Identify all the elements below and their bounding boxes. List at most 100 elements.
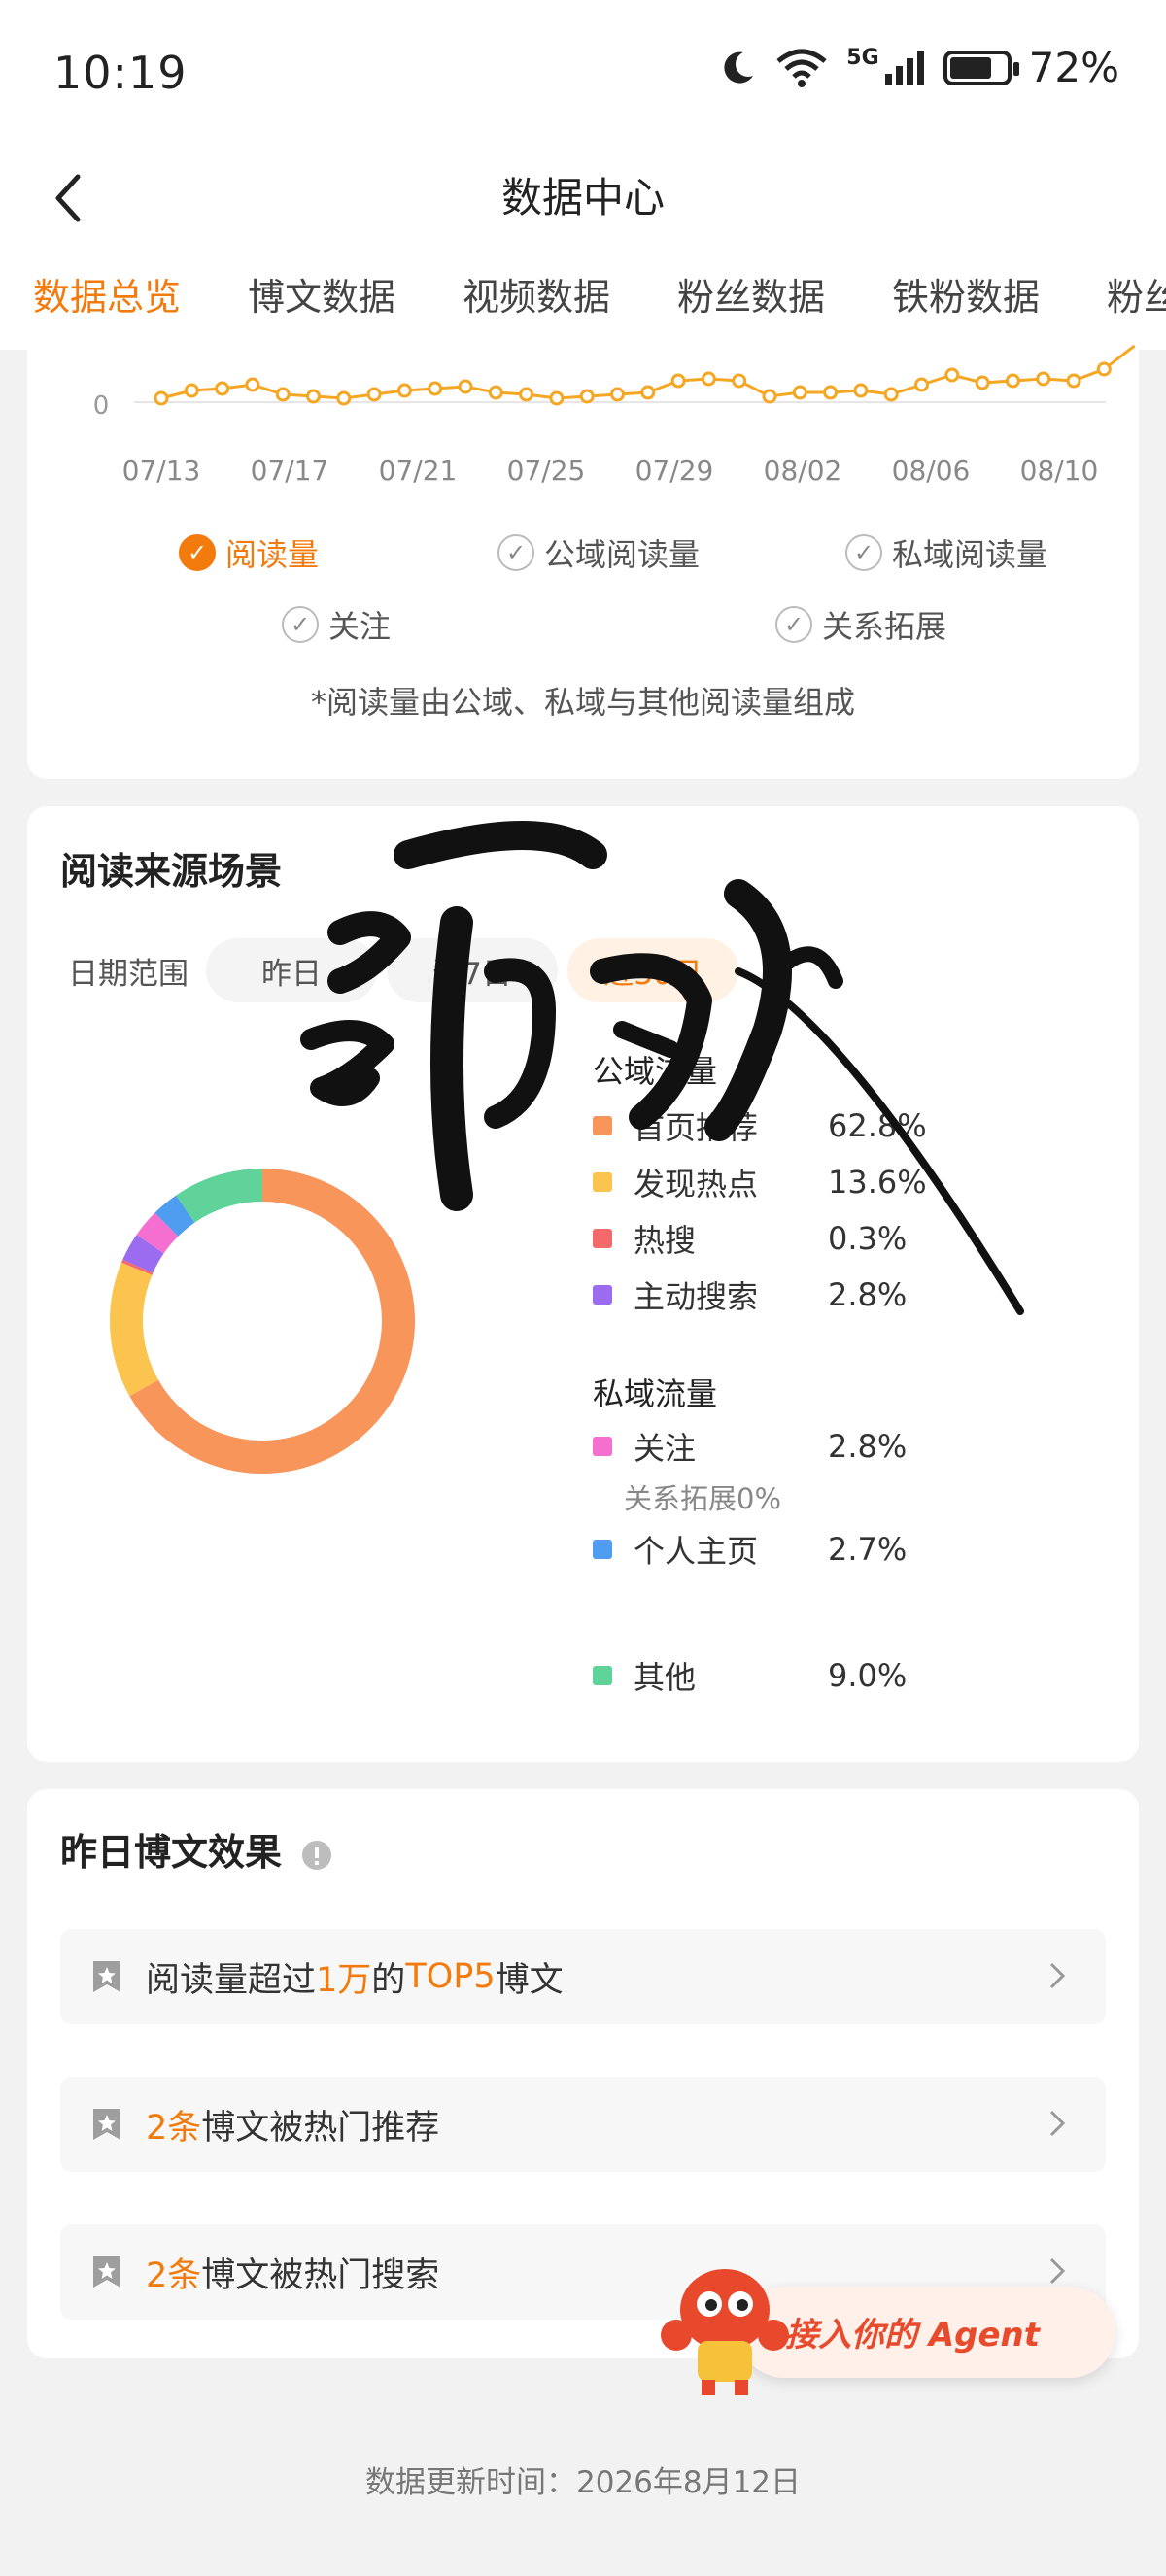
date-option-yesterday[interactable]: 昨日	[206, 938, 377, 1002]
nav-bar: 数据中心	[0, 146, 1166, 253]
trend-point	[366, 387, 382, 402]
private-traffic-title: 私域流量	[593, 1375, 718, 1412]
legend-swatch	[593, 1666, 612, 1685]
row-text: 博文	[495, 1960, 564, 2000]
tab-label: 铁粉数据	[892, 276, 1041, 319]
toggle-public-reads[interactable]: ✓ 公域阅读量	[497, 530, 700, 575]
donut-segments	[110, 1169, 415, 1474]
trend-point	[306, 389, 321, 404]
trend-point	[458, 379, 473, 394]
date-range-label: 日期范围	[68, 956, 189, 992]
check-icon: ✓	[282, 606, 319, 643]
public-traffic-title: 公域流量	[593, 1053, 718, 1090]
row-text: 的	[371, 1960, 406, 2000]
trend-point	[670, 373, 686, 389]
source-item: 首页推荐 62.8%	[593, 1103, 944, 1148]
x-tick-label: 07/17	[251, 455, 329, 487]
trend-point	[975, 375, 990, 390]
tab-label: 粉丝数据	[677, 276, 826, 319]
toggle-label: 关系拓展	[822, 608, 947, 645]
status-time: 10:19	[53, 47, 188, 99]
toggle-follows[interactable]: ✓ 关注	[282, 602, 391, 647]
trend-points	[154, 361, 1112, 406]
mascot-icon[interactable]	[657, 2252, 793, 2397]
battery-fill	[949, 56, 991, 79]
trend-point	[488, 385, 503, 400]
row-highlight: TOP5	[405, 1957, 496, 1996]
page-title: 数据中心	[500, 174, 665, 221]
donut-segment	[136, 1212, 179, 1254]
x-tick-label: 08/02	[764, 455, 842, 487]
legend-swatch	[593, 1172, 612, 1192]
donut-segment	[122, 1235, 164, 1273]
source-value: 62.8%	[828, 1107, 927, 1144]
source-item: 关注 2.8%	[593, 1424, 944, 1469]
source-value: 13.6%	[828, 1164, 927, 1201]
chevron-right-icon	[1049, 2257, 1066, 2285]
date-option-30d[interactable]: 近30日	[567, 938, 738, 1002]
battery-percent: 72%	[1028, 44, 1119, 91]
check-icon: ✓	[775, 606, 812, 643]
source-value: 2.8%	[828, 1276, 908, 1313]
yesterday-effect-card: 昨日博文效果 阅读量超过 1万的 TOP5 博文 2条 博文被热门推荐 2条 博文被热门搜…	[27, 1789, 1139, 2358]
row-text: 博文被热门推荐	[201, 2108, 440, 2148]
trend-point	[184, 383, 199, 398]
trend-point	[579, 389, 595, 404]
update-time: 数据更新时间：2026年8月12日	[364, 2465, 802, 2500]
trend-point	[154, 390, 169, 406]
toggle-private-reads[interactable]: ✓ 私域阅读量	[845, 530, 1047, 575]
y-tick-label: 0	[93, 391, 110, 421]
trend-point	[519, 387, 534, 402]
source-value: 9.0%	[828, 1657, 908, 1694]
trend-point	[1096, 361, 1112, 377]
source-name: 关注	[634, 1430, 697, 1467]
section-title: 阅读来源场景	[60, 850, 283, 893]
row-text: 博文被热门搜索	[201, 2255, 440, 2295]
row-highlight: 1万	[316, 1960, 372, 2000]
hot-recommend-row[interactable]: 2条 博文被热门推荐	[60, 2077, 1106, 2172]
source-value: 0.3%	[828, 1220, 908, 1257]
reading-source-card: 阅读来源场景 日期范围 昨日 近7日 近30日 公域流量 首页推荐 62.8% …	[27, 806, 1139, 1762]
x-tick-label: 08/06	[892, 455, 971, 487]
star-ribbon-icon	[93, 1961, 120, 1992]
trend-point	[396, 383, 412, 398]
trend-point	[944, 367, 960, 383]
source-value: 2.8%	[828, 1428, 908, 1465]
toggle-reads[interactable]: ✓ 阅读量	[179, 530, 319, 575]
top5-posts-row[interactable]: 阅读量超过 1万的 TOP5 博文	[60, 1929, 1106, 2024]
chevron-right-icon	[1049, 1962, 1066, 1989]
check-icon: ✓	[845, 534, 882, 571]
row-text: 阅读量超过	[146, 1960, 317, 2000]
source-item: 发现热点 13.6%	[593, 1160, 944, 1204]
source-item: 热搜 0.3%	[593, 1216, 944, 1261]
trend-point	[549, 390, 565, 406]
toggle-label: 公域阅读量	[544, 536, 701, 573]
source-value: 2.7%	[828, 1531, 908, 1568]
toggle-relation-expand[interactable]: ✓ 关系拓展	[775, 602, 946, 647]
legend-swatch	[593, 1229, 612, 1248]
trend-point	[610, 387, 625, 402]
source-name: 发现热点	[634, 1166, 759, 1203]
source-item: 其他 9.0%	[593, 1653, 944, 1698]
chevron-right-icon	[1049, 2110, 1066, 2137]
section-title: 昨日博文效果	[60, 1822, 333, 1876]
moon-icon	[724, 51, 754, 84]
trend-point	[640, 385, 656, 400]
donut-segment	[121, 1259, 154, 1275]
toggle-label: 私域阅读量	[892, 536, 1048, 573]
row-highlight: 2条	[146, 2255, 202, 2295]
donut-segment	[110, 1262, 159, 1397]
agent-badge-label: 接入你的 Agent	[785, 2316, 1041, 2355]
network-label: 5G	[846, 46, 879, 70]
trend-point	[853, 383, 869, 398]
date-range: 日期范围 昨日 近7日 近30日	[68, 938, 738, 1002]
battery-icon	[943, 50, 1019, 85]
tab-label: 视频数据	[463, 276, 611, 319]
legend-swatch	[593, 1116, 612, 1135]
x-tick-label: 07/21	[379, 455, 458, 487]
trend-point	[732, 373, 747, 389]
date-option-7d[interactable]: 近7日	[387, 938, 558, 1002]
info-icon[interactable]	[300, 1839, 333, 1872]
star-ribbon-icon	[93, 2256, 120, 2288]
x-tick-label: 07/25	[507, 455, 586, 487]
